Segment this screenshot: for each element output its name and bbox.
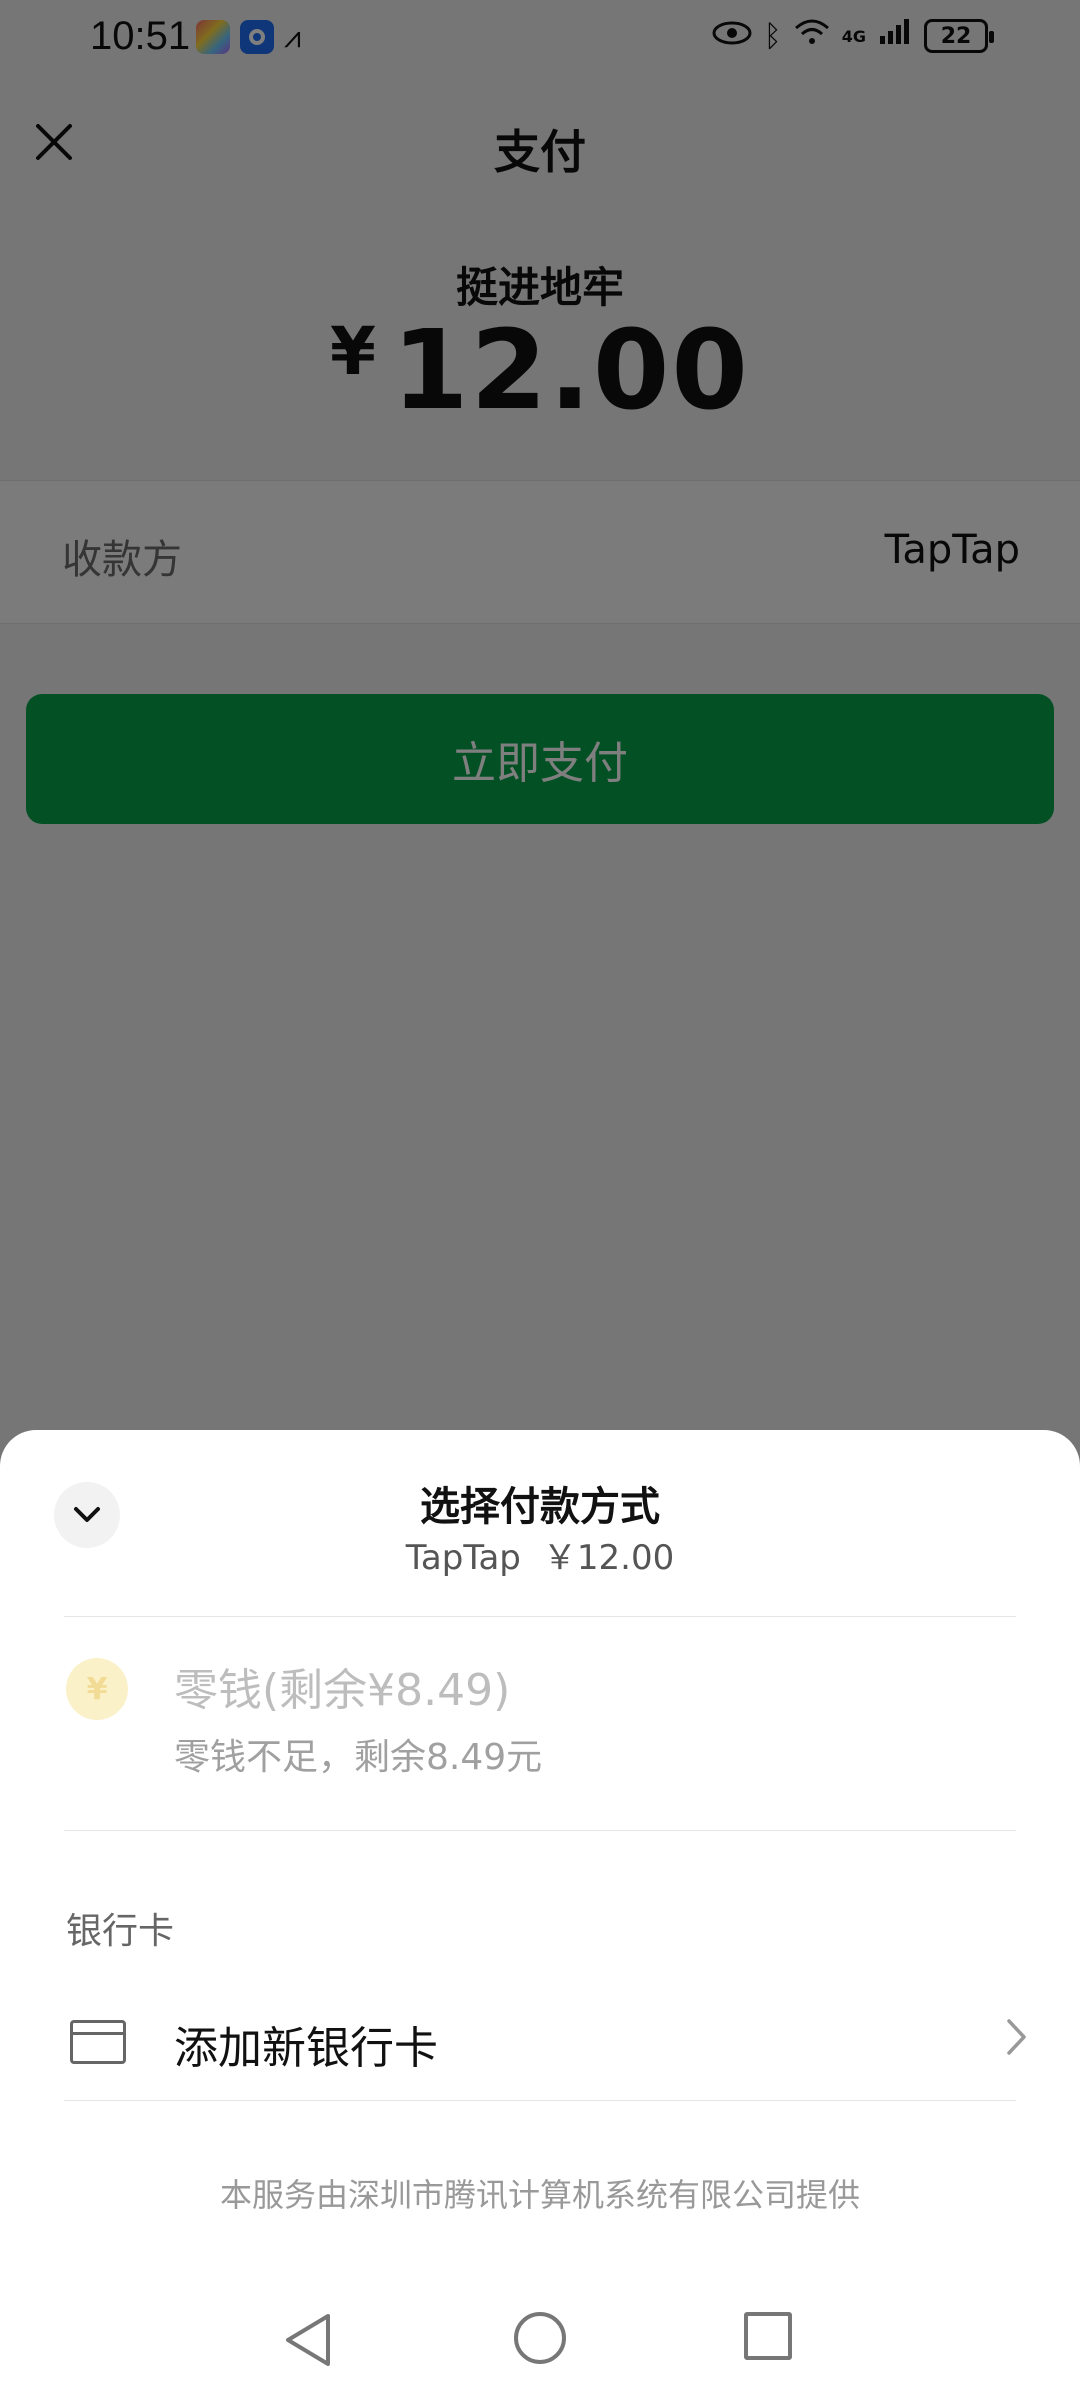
divider [64, 2100, 1016, 2101]
add-card-label: 添加新银行卡 [174, 2023, 438, 2074]
service-provider-note: 本服务由深圳市腾讯计算机系统有限公司提供 [219, 2176, 860, 2214]
wallet-coin-icon: ¥ [66, 1658, 128, 1720]
wallet-option: ¥ 零钱(剩余¥8.49) 零钱不足，剩余8.49元 [0, 1616, 1080, 1830]
recents-nav-icon[interactable] [744, 2312, 792, 2360]
system-navigation-bar [0, 2298, 1080, 2400]
wallet-title: 零钱(剩余¥8.49) [174, 1665, 511, 1716]
back-nav-icon[interactable] [282, 2312, 334, 2372]
home-nav-icon[interactable] [514, 2312, 566, 2364]
chevron-right-icon [1006, 2014, 1028, 2068]
divider [64, 1830, 1016, 1831]
sheet-subtitle-amount: ￥12.00 [542, 1538, 675, 1578]
payment-method-sheet: 选择付款方式 TapTap ￥12.00 ¥ 零钱(剩余¥8.49) 零钱不足，剩… [0, 1430, 1080, 2400]
sheet-subtitle-payee: TapTap [405, 1538, 521, 1578]
sheet-subtitle: TapTap ￥12.00 [0, 1530, 1080, 1579]
coin-symbol: ¥ [86, 1671, 108, 1707]
wallet-note: 零钱不足，剩余8.49元 [174, 1737, 543, 1778]
add-bank-card-option[interactable]: 添加新银行卡 [0, 1990, 1080, 2110]
bank-card-icon [70, 2020, 126, 2064]
sheet-title: 选择付款方式 [420, 1484, 660, 1530]
bank-section-label: 银行卡 [66, 1911, 175, 1952]
